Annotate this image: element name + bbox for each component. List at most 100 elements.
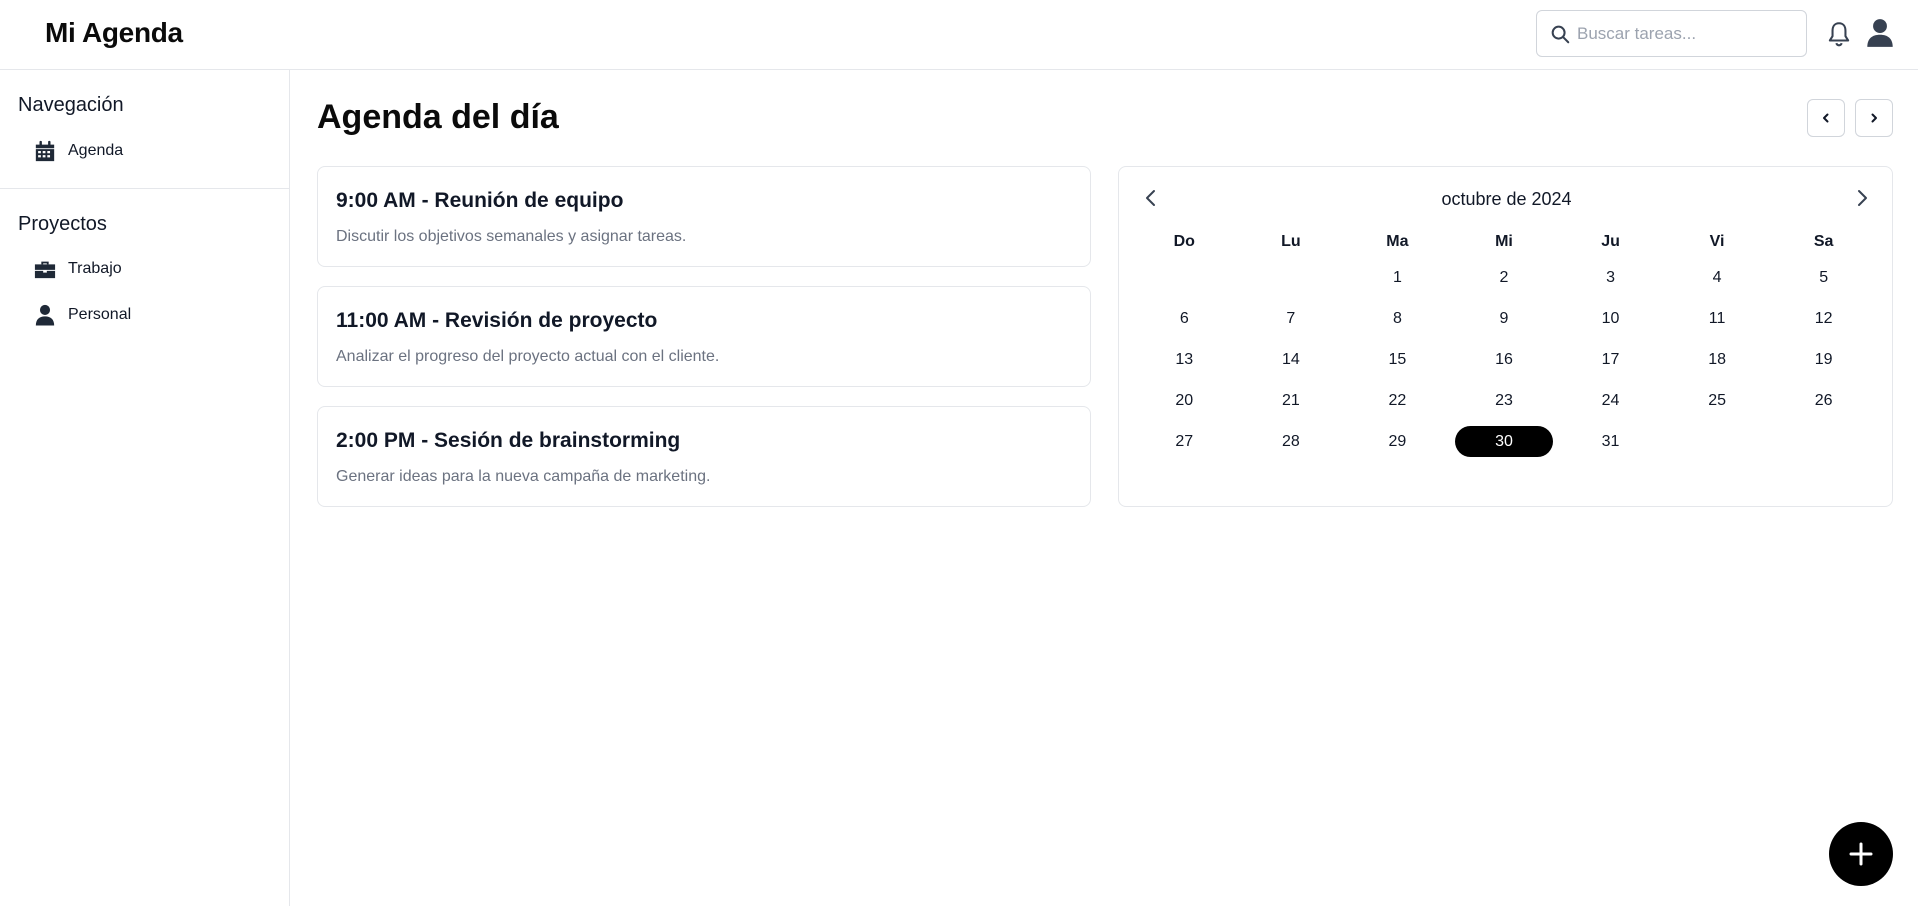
- projects-heading: Proyectos: [18, 213, 107, 235]
- calendar-day-cell: 10: [1557, 298, 1664, 339]
- calendar-day-cell: [1664, 421, 1771, 462]
- weekday-label: Ju: [1601, 233, 1620, 250]
- calendar-day-cell: 3: [1557, 257, 1664, 298]
- calendar-day[interactable]: 21: [1242, 385, 1340, 416]
- calendar-day[interactable]: 4: [1668, 262, 1766, 293]
- event-card[interactable]: 9:00 AM - Reunión de equipo Discutir los…: [317, 166, 1091, 267]
- calendar-weekday-header: Do Lu Ma Mi Ju Vi Sa: [1131, 227, 1877, 257]
- add-task-button[interactable]: [1829, 822, 1893, 886]
- calendar-day[interactable]: 5: [1775, 262, 1873, 293]
- bell-icon[interactable]: [1826, 20, 1852, 48]
- calendar-day[interactable]: 2: [1455, 262, 1553, 293]
- calendar-day[interactable]: 18: [1668, 344, 1766, 375]
- chevron-left-icon: [1823, 113, 1829, 123]
- calendar-grid: Do Lu Ma Mi Ju Vi Sa 1 2 3 4 5 6 7 8 9 10 11 12 13 14…: [1131, 227, 1877, 462]
- calendar-day-cell: 11: [1664, 298, 1771, 339]
- weekday-label: Sa: [1813, 233, 1834, 250]
- sidebar-item-label: Agenda: [68, 142, 124, 159]
- calendar-week-row: 12345: [1131, 257, 1877, 298]
- calendar-day[interactable]: 12: [1775, 303, 1873, 334]
- calendar-day-cell: 21: [1238, 380, 1345, 421]
- calendar-day[interactable]: 31: [1562, 426, 1660, 457]
- calendar-day-cell: 20: [1131, 380, 1238, 421]
- calendar-day-cell: 13: [1131, 339, 1238, 380]
- calendar-day-cell: 18: [1664, 339, 1771, 380]
- weekday-label: Do: [1173, 233, 1195, 250]
- event-card[interactable]: 2:00 PM - Sesión de brainstorming Genera…: [317, 406, 1091, 507]
- calendar-day-cell: 2: [1451, 257, 1558, 298]
- calendar-day[interactable]: 9: [1455, 303, 1553, 334]
- calendar-day[interactable]: 6: [1135, 303, 1233, 334]
- calendar-day-cell: 15: [1344, 339, 1451, 380]
- calendar-day-cell: 9: [1451, 298, 1558, 339]
- calendar-day-cell: 29: [1344, 421, 1451, 462]
- calendar-day[interactable]: 16: [1455, 344, 1553, 375]
- calendar-day[interactable]: 15: [1348, 344, 1446, 375]
- sidebar-divider: [0, 188, 290, 189]
- search-icon: [1551, 25, 1570, 44]
- calendar-month-label: octubre de 2024: [1441, 189, 1572, 209]
- sidebar-item-trabajo[interactable]: Trabajo: [34, 253, 122, 285]
- calendar-day-cell: 28: [1238, 421, 1345, 462]
- sidebar-item-personal[interactable]: Personal: [34, 299, 131, 331]
- calendar-day[interactable]: 1: [1348, 262, 1446, 293]
- calendar-day-cell: 14: [1238, 339, 1345, 380]
- calendar-day[interactable]: 13: [1135, 344, 1233, 375]
- calendar-day[interactable]: 3: [1562, 262, 1660, 293]
- event-title: 2:00 PM - Sesión de brainstorming: [336, 429, 681, 452]
- event-title: 9:00 AM - Reunión de equipo: [336, 189, 624, 212]
- calendar-day-cell: 30: [1451, 421, 1558, 462]
- sidebar-item-label: Trabajo: [68, 260, 122, 277]
- calendar-day-cell: 1: [1344, 257, 1451, 298]
- calendar-day[interactable]: 10: [1562, 303, 1660, 334]
- calendar-day-selected[interactable]: 30: [1454, 426, 1553, 457]
- calendar-day[interactable]: 26: [1775, 385, 1873, 416]
- calendar-day[interactable]: 22: [1348, 385, 1446, 416]
- calendar-day[interactable]: 8: [1348, 303, 1446, 334]
- sidebar: Navegación Agenda Proyectos Trabajo Pers…: [0, 70, 290, 906]
- user-icon[interactable]: [1866, 18, 1894, 48]
- calendar-day[interactable]: 24: [1562, 385, 1660, 416]
- calendar-widget: octubre de 2024 Do Lu Ma Mi Ju Vi Sa 123…: [1118, 166, 1893, 507]
- briefcase-icon: [34, 261, 56, 279]
- calendar-day[interactable]: 23: [1455, 385, 1553, 416]
- calendar-day-cell: 23: [1451, 380, 1558, 421]
- next-day-button[interactable]: [1855, 99, 1893, 137]
- event-title: 11:00 AM - Revisión de proyecto: [336, 309, 658, 332]
- calendar-day-cell: [1238, 257, 1345, 298]
- calendar-day-cell: 24: [1557, 380, 1664, 421]
- search-box[interactable]: [1536, 10, 1807, 57]
- user-icon: [35, 304, 55, 326]
- calendar-day-cell: 4: [1664, 257, 1771, 298]
- calendar-day[interactable]: 29: [1348, 426, 1446, 457]
- calendar-day-cell: 17: [1557, 339, 1664, 380]
- search-input[interactable]: [1577, 11, 1802, 56]
- calendar-day-cell: 22: [1344, 380, 1451, 421]
- event-description: Analizar el progreso del proyecto actual…: [336, 348, 720, 365]
- app-title: Mi Agenda: [45, 17, 183, 48]
- calendar-day[interactable]: 7: [1242, 303, 1340, 334]
- previous-day-button[interactable]: [1807, 99, 1845, 137]
- calendar-day[interactable]: 14: [1242, 344, 1340, 375]
- calendar-day-cell: 25: [1664, 380, 1771, 421]
- page-title: Agenda del día: [317, 98, 559, 136]
- calendar-day-cell: [1131, 257, 1238, 298]
- calendar-day[interactable]: 19: [1775, 344, 1873, 375]
- chevron-right-icon[interactable]: [1851, 187, 1873, 209]
- calendar-day[interactable]: 17: [1562, 344, 1660, 375]
- calendar-day[interactable]: 25: [1668, 385, 1766, 416]
- calendar-day[interactable]: 28: [1242, 426, 1340, 457]
- top-bar: Mi Agenda: [0, 0, 1918, 70]
- calendar-day[interactable]: 11: [1668, 303, 1766, 334]
- sidebar-item-agenda[interactable]: Agenda: [34, 135, 123, 167]
- calendar-day[interactable]: 20: [1135, 385, 1233, 416]
- calendar-day[interactable]: 27: [1135, 426, 1233, 457]
- plus-icon: [1849, 842, 1873, 866]
- calendar-day-cell: 16: [1451, 339, 1558, 380]
- calendar-day-cell: 19: [1770, 339, 1877, 380]
- calendar-day-cell: 5: [1770, 257, 1877, 298]
- event-card[interactable]: 11:00 AM - Revisión de proyecto Analizar…: [317, 286, 1091, 387]
- sidebar-item-label: Personal: [68, 306, 132, 323]
- calendar-day-cell: 26: [1770, 380, 1877, 421]
- calendar-icon: [35, 140, 55, 162]
